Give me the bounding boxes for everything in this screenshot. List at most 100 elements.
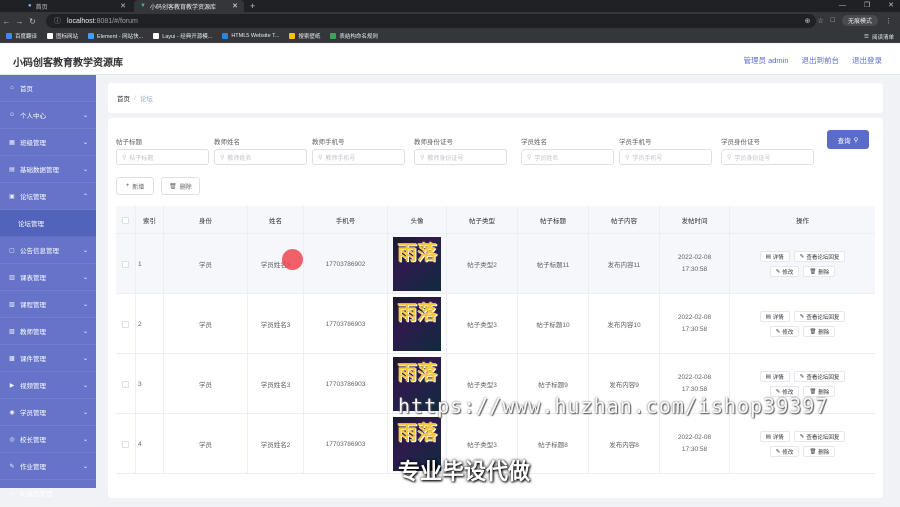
cell-identity: 学员	[164, 234, 248, 294]
maximize-icon[interactable]: ❐	[864, 0, 870, 12]
edit-icon: ✎	[775, 448, 781, 455]
sidebar-item-teacher[interactable]: ▨ 教师管理 ⌄	[0, 318, 96, 345]
plus-icon: +	[125, 183, 130, 189]
close-icon[interactable]: ✕	[120, 2, 126, 10]
row-checkbox[interactable]	[122, 260, 129, 268]
close-icon[interactable]: ✕	[232, 2, 238, 10]
back-icon[interactable]: ←	[0, 17, 13, 26]
table-row[interactable]: 1 学员 学员姓名3 17703786902 雨落 帖子类型2 帖子标题11 发…	[116, 234, 875, 294]
sidebar-item-class[interactable]: ▦ 班级管理 ⌄	[0, 129, 96, 156]
bookmark-item[interactable]: 图标网站	[47, 32, 78, 40]
row-checkbox[interactable]	[122, 440, 129, 448]
minimize-icon[interactable]: —	[839, 0, 846, 12]
batch-delete-button[interactable]: 🗑 删除	[161, 177, 200, 195]
view-reply-button[interactable]: ✎ 查看论坛回复	[793, 371, 846, 382]
filter-label: 教师身份证号	[414, 139, 453, 146]
detail-button[interactable]: ▤ 详情	[759, 371, 790, 382]
edit-button[interactable]: ✎ 修改	[769, 326, 800, 337]
student-name-input[interactable]: ⚲ 学员姓名	[521, 149, 614, 165]
admin-user-link[interactable]: 管理员 admin	[743, 55, 788, 66]
sidebar-item-homework[interactable]: ✎ 作业管理 ⌄	[0, 453, 96, 480]
sidebar-item-base-data[interactable]: ▤ 基础数据管理 ⌄	[0, 156, 96, 183]
close-window-icon[interactable]: ✕	[888, 0, 894, 12]
browser-tab-home[interactable]: ● 首页 ✕	[22, 0, 132, 12]
edit-button[interactable]: ✎ 修改	[769, 266, 800, 277]
star-icon[interactable]: ☆	[817, 17, 823, 25]
sidebar-item-course[interactable]: ▧ 课程管理 ⌄	[0, 291, 96, 318]
column-header: 身份	[164, 206, 248, 234]
view-reply-button[interactable]: ✎ 查看论坛回复	[793, 311, 846, 322]
sidebar-item-principal[interactable]: ◎ 校长管理 ⌄	[0, 426, 96, 453]
extension-icon[interactable]: □	[831, 17, 835, 24]
exit-to-frontend-link[interactable]: 退出到前台	[802, 55, 840, 66]
sidebar-subitem-forum[interactable]: 论坛管理	[0, 210, 96, 237]
file-icon: ▩	[9, 355, 15, 362]
detail-button[interactable]: ▤ 详情	[759, 431, 790, 442]
breadcrumb-home[interactable]: 首页	[117, 93, 130, 103]
table-row[interactable]: 2 学员 学员姓名3 17703786903 雨落 帖子类型3 帖子标题10 发…	[116, 294, 875, 354]
sidebar-item-home[interactable]: ⌂ 首页	[0, 75, 96, 102]
select-all-checkbox[interactable]	[122, 216, 129, 224]
sidebar-item-profile[interactable]: ☺ 个人中心 ⌄	[0, 102, 96, 129]
sidebar-item-video[interactable]: ▶ 视频管理 ⌄	[0, 372, 96, 399]
cell-identity: 学员	[164, 414, 248, 474]
teacher-id-input[interactable]: ⚲ 教师身份证号	[414, 149, 507, 165]
url-input[interactable]: ⓘ localhost:8081/#/forum	[46, 14, 816, 28]
query-button[interactable]: 查询 ⚲	[827, 130, 869, 149]
student-phone-input[interactable]: ⚲ 学员手机号	[619, 149, 712, 165]
zoom-icon[interactable]: ⊕	[805, 17, 811, 25]
view-reply-button[interactable]: ✎ 查看论坛回复	[793, 431, 846, 442]
homework-icon: ✎	[9, 463, 15, 470]
bookmark-item[interactable]: 百度翻译	[6, 32, 37, 40]
browser-tab-active[interactable]: ▼ 小码创客教育教学资源库 ✕	[134, 0, 244, 12]
new-tab-icon[interactable]: +	[250, 0, 255, 12]
bookmark-item[interactable]: 表结构命名规则	[330, 32, 378, 40]
student-id-input[interactable]: ⚲ 学员身份证号	[721, 149, 814, 165]
delete-button[interactable]: 🗑 删除	[803, 326, 836, 337]
logout-link[interactable]: 退出登录	[852, 55, 882, 66]
delete-button[interactable]: 🗑 删除	[803, 446, 836, 457]
document-icon: ▤	[765, 313, 771, 320]
select-all-cell[interactable]	[116, 206, 136, 234]
sidebar-item-schedule[interactable]: ▥ 课表管理 ⌄	[0, 264, 96, 291]
course-icon: ▧	[9, 301, 15, 308]
sidebar-item-carousel[interactable]: ▭ 轮播图管理 ⌄	[0, 480, 96, 507]
cell-post-time: 2022-02-08 17:30:58	[660, 414, 730, 474]
delete-button[interactable]: 🗑 删除	[803, 266, 836, 277]
edit-button[interactable]: ✎ 修改	[769, 446, 800, 457]
post-title-input[interactable]: ⚲ 帖子标题	[116, 149, 209, 165]
forward-icon[interactable]: →	[13, 17, 26, 26]
edit-icon: ✎	[799, 253, 805, 260]
detail-button[interactable]: ▤ 详情	[759, 251, 790, 262]
search-icon: ⚲	[318, 154, 323, 161]
cell-post-content: 发布内容10	[589, 294, 660, 354]
menu-dots-icon[interactable]: ⋮	[885, 17, 892, 25]
incognito-badge[interactable]: 无痕模式	[841, 15, 878, 26]
chevron-up-icon: ⌃	[82, 193, 88, 200]
filter-label: 帖子标题	[116, 139, 142, 146]
add-button[interactable]: + 新增	[116, 177, 154, 195]
row-checkbox[interactable]	[122, 320, 129, 328]
trash-icon: 🗑	[809, 448, 817, 455]
bookmark-icon	[6, 33, 12, 39]
bookmark-icon	[330, 33, 337, 39]
bookmark-item[interactable]: 搜索壁纸	[289, 32, 320, 40]
column-header: 帖子标题	[518, 206, 589, 234]
sidebar-item-student[interactable]: ◉ 学员管理 ⌄	[0, 399, 96, 426]
teacher-name-input[interactable]: ⚲ 教师姓名	[214, 149, 307, 165]
detail-button[interactable]: ▤ 详情	[759, 311, 790, 322]
sidebar-item-notice[interactable]: ▢ 公告信息管理 ⌄	[0, 237, 96, 264]
bookmark-item[interactable]: Layui - 经典开源模...	[153, 32, 212, 40]
cell-name: 学员姓名3	[248, 354, 304, 414]
sidebar-item-forum[interactable]: ▣ 论坛管理 ⌃	[0, 183, 96, 210]
reading-list[interactable]: ☰ 阅读清单	[864, 33, 894, 41]
view-reply-button[interactable]: ✎ 查看论坛回复	[793, 251, 846, 262]
bookmark-item[interactable]: HTML5 Website T...	[222, 33, 279, 39]
row-checkbox[interactable]	[122, 380, 129, 388]
chevron-down-icon: ⌄	[82, 166, 88, 173]
sidebar-item-courseware[interactable]: ▩ 课件管理 ⌄	[0, 345, 96, 372]
cell-phone: 17703786903	[304, 414, 388, 474]
reload-icon[interactable]: ↻	[26, 17, 39, 26]
bookmark-item[interactable]: Element - 网站快...	[88, 32, 143, 40]
teacher-phone-input[interactable]: ⚲ 教师手机号	[312, 149, 405, 165]
